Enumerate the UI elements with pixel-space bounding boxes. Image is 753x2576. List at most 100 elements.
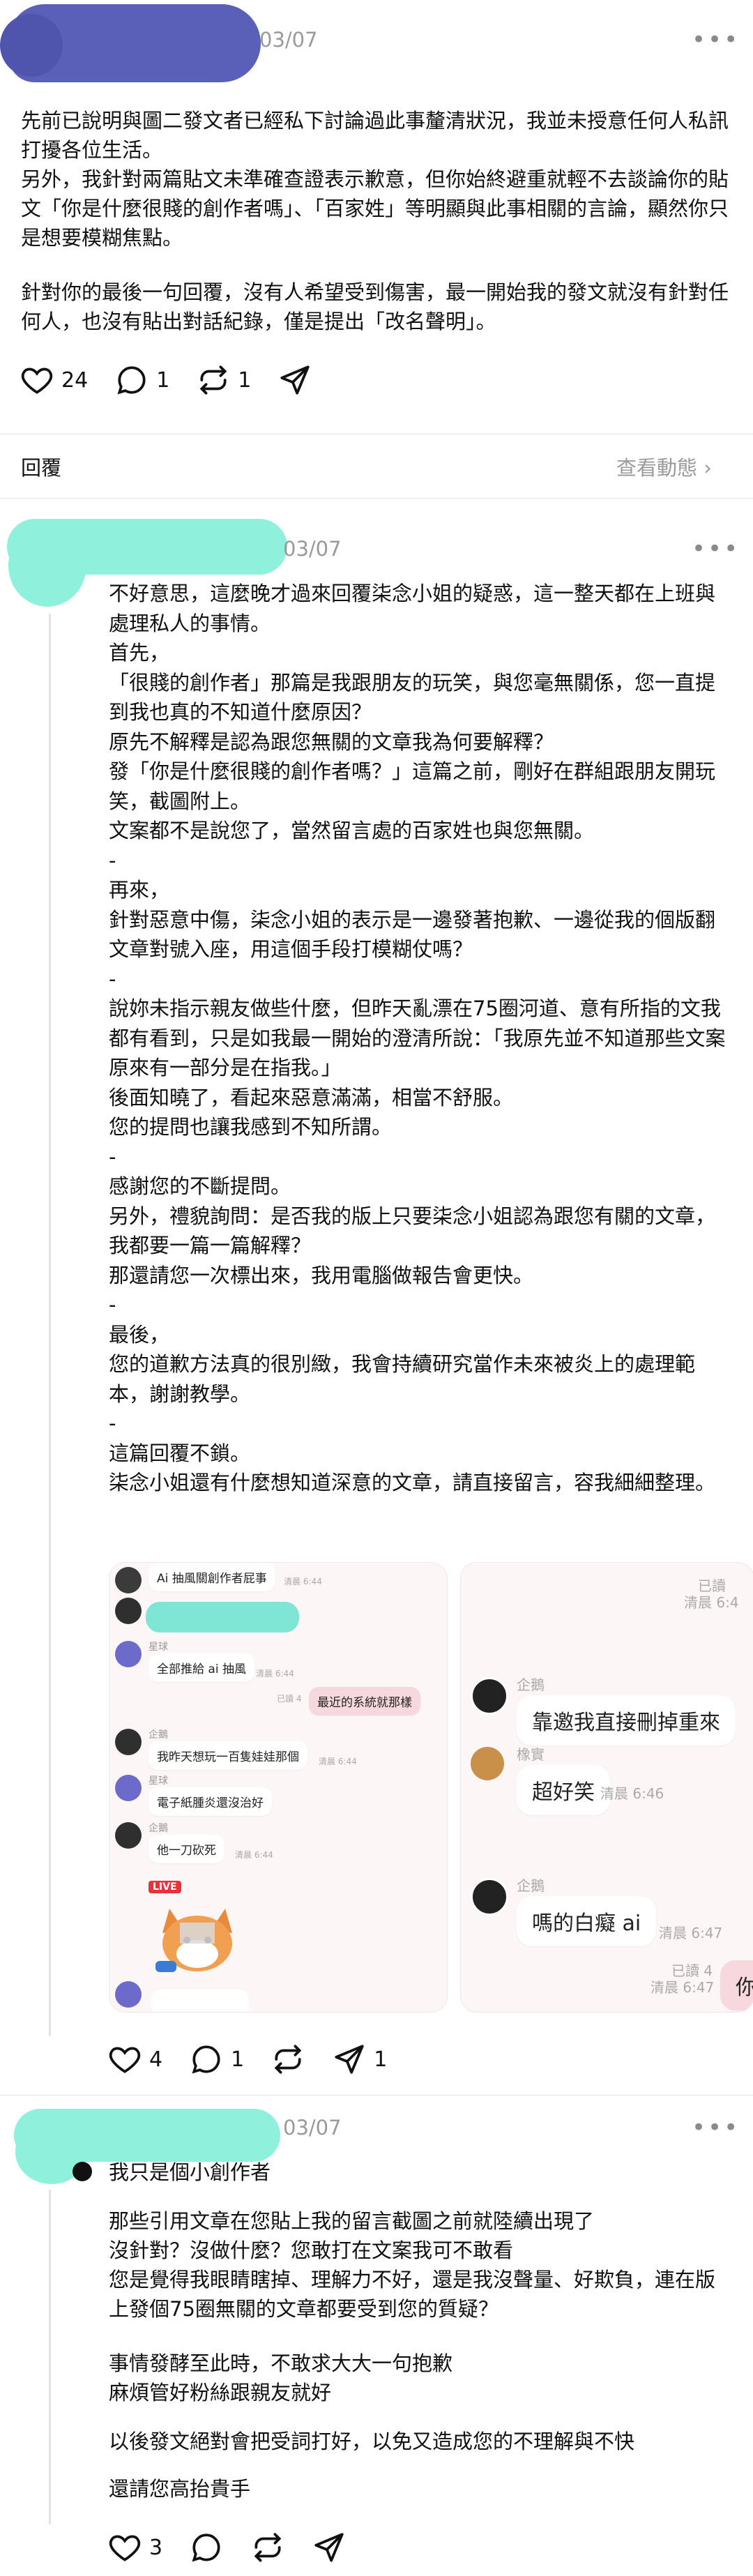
verified-badge: [73, 2162, 92, 2181]
comment-button[interactable]: 1: [189, 2042, 244, 2077]
like-button[interactable]: 3: [107, 2530, 162, 2565]
repost-icon: [274, 2045, 302, 2074]
chat-message-self: 最近的系統就那樣: [309, 1687, 420, 1715]
post-text: 先前已說明與圖二發文者已經私下討論過此事釐清狀況，我並未授意任何人私訊打擾各位生…: [21, 109, 729, 250]
thread-line: [49, 2190, 51, 2524]
post-text-2: 針對你的最後一句回覆，沒有人希望受到傷害，最一開始我的發文就沒有針對任何人，也沒…: [21, 280, 729, 333]
share-button[interactable]: 1: [332, 2042, 387, 2077]
sender-name: 企鵝: [517, 1877, 545, 1894]
chat-message: 超好笑: [517, 1765, 610, 1815]
read-status: 已讀 4: [671, 1962, 713, 1979]
share-count: 1: [374, 2047, 388, 2072]
heart-icon: [109, 2047, 141, 2073]
post-text: 不好意思，這麼晚才過來回覆柒念小姐的疑惑，這一整天都在上班與處理私人的事情。 首…: [109, 582, 726, 1494]
repost-button[interactable]: [271, 2042, 305, 2077]
repost-count: 1: [238, 368, 252, 393]
heart-icon: [109, 2535, 141, 2561]
sender-name: 星球: [149, 1775, 168, 1787]
reply-label[interactable]: 回覆: [21, 452, 61, 481]
attached-screenshot-2[interactable]: 已讀 清晨 6:4 企鵝 靠邀我直接刪掉重來 橡實 超好笑 清晨 6:46 企鵝…: [460, 1562, 753, 2013]
chat-message: 全部推給 ai 抽風: [149, 1653, 254, 1682]
post-actions: 3: [107, 2530, 373, 2565]
fox-sticker: [149, 1895, 246, 1978]
chat-message: 靠邀我直接刪掉重來: [517, 1695, 736, 1745]
like-count: 3: [149, 2535, 163, 2560]
chat-message-partial: [151, 1990, 249, 2012]
send-icon: [314, 2533, 344, 2562]
post-text: 事情發酵至此時，不敢求大大一句抱歉 麻煩管好粉絲跟親友就好: [109, 2351, 453, 2404]
comment-icon: [192, 2045, 220, 2074]
repost-icon: [254, 2533, 282, 2562]
sender-name: 企鵝: [149, 1729, 168, 1741]
live-badge: LIVE: [149, 1881, 181, 1893]
message-time: 清晨 6:4: [684, 1594, 739, 1611]
avatar: [115, 1729, 142, 1755]
post-actions: 24 1 1: [20, 363, 339, 397]
acorn-avatar: [471, 1747, 504, 1780]
penguin-avatar: [471, 1878, 508, 1916]
send-icon: [280, 365, 310, 395]
sender-name: 橡實: [517, 1746, 545, 1763]
post-date: 03/07: [283, 537, 342, 561]
more-options-icon[interactable]: •••: [692, 537, 740, 561]
post-text: 那些引用文章在您貼上我的留言截圖之前就陸續出現了 沒針對？沒做什麼？您敢打在文案…: [109, 2209, 716, 2321]
divider: [0, 2095, 753, 2096]
comment-count: 1: [156, 368, 170, 393]
post-text: 我只是個小創作者: [109, 2160, 271, 2184]
redacted-avatar: [8, 524, 86, 607]
send-icon: [335, 2045, 364, 2074]
chat-message: 嗎的白癡 ai: [517, 1896, 657, 1946]
share-button[interactable]: [312, 2530, 347, 2565]
more-options-icon[interactable]: •••: [692, 28, 740, 52]
post-date: 03/07: [283, 2116, 342, 2139]
chat-message: 我昨天想玩一百隻娃娃那個: [149, 1741, 307, 1770]
redacted-message: [146, 1602, 299, 1632]
chat-message: Ai 抽風關創作者屁事: [149, 1563, 275, 1591]
message-time: 清晨 6:47: [651, 1979, 715, 1996]
view-activity-link[interactable]: 查看動態 ›: [616, 452, 712, 481]
message-time: 清晨 6:47: [659, 1925, 723, 1941]
attached-screenshot-1[interactable]: Ai 抽風關創作者屁事 清晨 6:44 星球 全部推給 ai 抽風 清晨 6:4…: [109, 1562, 448, 2013]
sender-name: 星球: [149, 1642, 168, 1653]
avatar: [115, 1981, 142, 2008]
avatar: [115, 1822, 142, 1849]
like-button[interactable]: 24: [20, 363, 88, 397]
message-time: 清晨 6:44: [256, 1669, 294, 1679]
repost-button[interactable]: 1: [196, 363, 251, 397]
chat-message: 電子紙腫炎還沒治好: [149, 1787, 272, 1816]
redacted-avatar: [0, 14, 63, 77]
penguin-avatar: [471, 1677, 508, 1715]
post-date: 03/07: [259, 28, 318, 52]
message-time: 清晨 6:46: [600, 1785, 664, 1802]
avatar: [115, 1641, 142, 1667]
sender-name: 企鵝: [149, 1823, 168, 1834]
chat-message-self: 你: [720, 1960, 753, 2010]
repost-button[interactable]: [250, 2530, 285, 2565]
message-time: 清晨 6:44: [319, 1757, 357, 1766]
comment-icon: [117, 366, 146, 395]
comment-icon: [192, 2533, 220, 2562]
avatar: [115, 1598, 142, 1624]
post-text: 以後發文絕對會把受詞打好，以免又造成您的不理解與不快: [109, 2430, 635, 2453]
message-time: 清晨 6:44: [235, 1850, 273, 1860]
like-count: 4: [149, 2047, 163, 2072]
post-text: 還請您高抬貴手: [109, 2477, 251, 2501]
sender-name: 企鵝: [517, 1676, 545, 1693]
like-count: 24: [61, 368, 89, 393]
share-button[interactable]: [277, 363, 312, 397]
avatar: [115, 1567, 142, 1593]
chat-message: 他一刀砍死: [149, 1835, 225, 1863]
read-status: 已讀: [698, 1577, 726, 1594]
comment-count: 1: [231, 2047, 245, 2072]
repost-icon: [199, 365, 227, 395]
message-time: 清晨 6:44: [284, 1577, 322, 1586]
divider: [0, 498, 753, 499]
read-status: 已讀 4: [277, 1694, 302, 1704]
heart-icon: [21, 368, 53, 394]
like-button[interactable]: 4: [107, 2042, 162, 2077]
comment-button[interactable]: 1: [114, 363, 169, 397]
post-actions: 4 1 1: [107, 2042, 413, 2077]
more-options-icon[interactable]: •••: [692, 2116, 740, 2139]
avatar: [115, 1775, 142, 1801]
comment-button[interactable]: [189, 2530, 224, 2565]
